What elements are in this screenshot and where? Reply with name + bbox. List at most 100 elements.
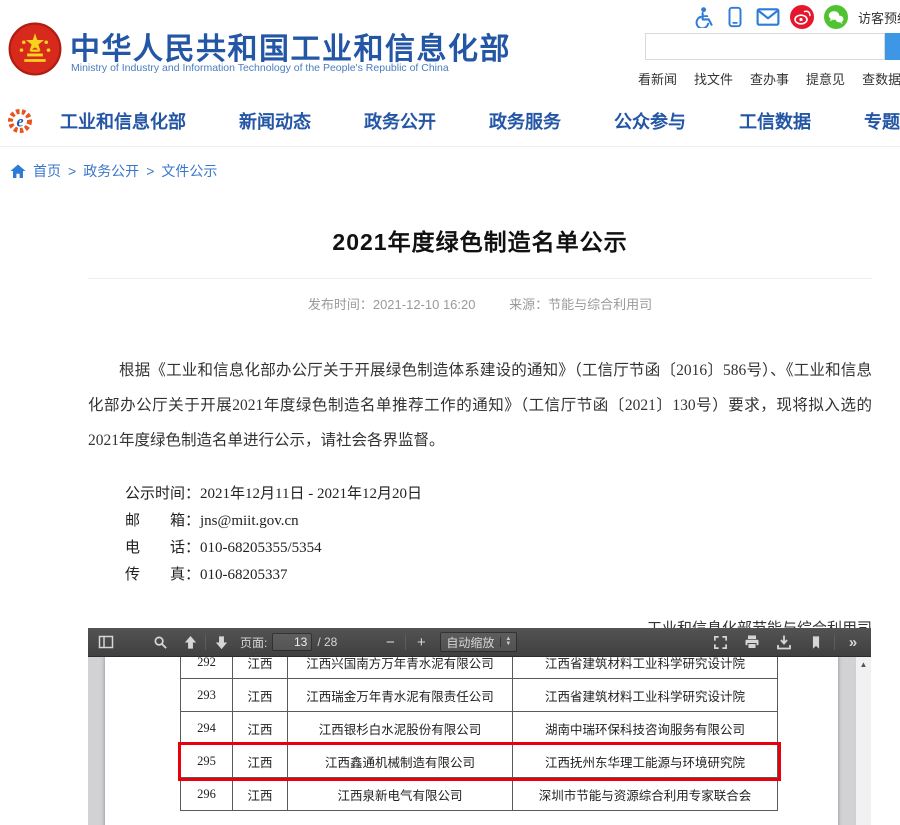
contact-fax: 传 真：010-68205337 (125, 562, 872, 589)
table-cell-no: 293 (181, 679, 233, 712)
site-subtitle-en: Ministry of Industry and Information Tec… (71, 62, 449, 74)
table-cell-agency: 江西省建筑材料工业科学研究设计院 (513, 679, 778, 712)
table-cell-company: 江西鑫通机械制造有限公司 (288, 745, 513, 778)
breadcrumb-doc-publicity[interactable]: 文件公示 (161, 161, 217, 181)
search-document-icon[interactable] (149, 631, 171, 653)
home-icon[interactable] (10, 164, 26, 179)
table-cell-province: 江西 (233, 657, 288, 679)
nav-item-gov-open[interactable]: 政务公开 (364, 108, 436, 134)
breadcrumb-home[interactable]: 首页 (33, 161, 61, 181)
table-cell-province: 江西 (233, 745, 288, 778)
table-cell-agency: 江西抚州东华理工能源与环境研究院 (513, 745, 778, 778)
table-cell-company: 江西银杉白水泥股份有限公司 (288, 712, 513, 745)
toolbar-separator (405, 634, 406, 650)
breadcrumb-separator: > (68, 163, 76, 179)
table-row: 296江西江西泉新电气有限公司深圳市节能与资源综合利用专家联合会 (181, 778, 778, 811)
quick-link-news[interactable]: 看新闻 (638, 69, 677, 88)
print-icon[interactable] (741, 631, 763, 653)
accessibility-icon[interactable] (692, 6, 714, 28)
site-header: 中华人民共和国工业和信息化部 Ministry of Industry and … (0, 0, 900, 95)
download-icon[interactable] (773, 631, 795, 653)
pdf-page: 292江西江西兴国南方万年青水泥有限公司江西省建筑材料工业科学研究设计院293江… (105, 657, 838, 825)
contact-block: 公示时间：2021年12月11日 - 2021年12月20日 邮 箱：jns@m… (125, 481, 872, 589)
breadcrumb: 首页 > 政务公开 > 文件公示 (0, 150, 900, 192)
breadcrumb-gov-open[interactable]: 政务公开 (83, 161, 139, 181)
weibo-icon[interactable] (790, 5, 814, 29)
wechat-icon[interactable] (824, 5, 848, 29)
table-cell-agency: 湖南中瑞环保科技咨询服务有限公司 (513, 712, 778, 745)
zoom-controls: − + (379, 631, 432, 653)
table-cell-company: 江西泉新电气有限公司 (288, 778, 513, 811)
bookmark-icon[interactable] (805, 631, 827, 653)
contact-email: 邮 箱：jns@miit.gov.cn (125, 508, 872, 535)
gear-e-logo-icon: e (6, 107, 34, 135)
mail-icon[interactable] (756, 6, 780, 28)
article-meta: 发布时间：2021-12-10 16:20 来源：节能与综合利用司 (88, 294, 872, 313)
breadcrumb-separator: > (146, 163, 154, 179)
table-cell-no: 294 (181, 712, 233, 745)
table-cell-agency: 江西省建筑材料工业科学研究设计院 (513, 657, 778, 679)
title-divider (88, 278, 872, 279)
table-cell-province: 江西 (233, 679, 288, 712)
header-utility-icons: 访客预约 (692, 5, 900, 29)
pdf-table-body: 292江西江西兴国南方万年青水泥有限公司江西省建筑材料工业科学研究设计院293江… (181, 657, 778, 811)
presentation-mode-icon[interactable] (709, 631, 731, 653)
toolbar-separator (205, 634, 206, 650)
previous-page-icon[interactable] (179, 631, 201, 653)
page-label: 页面: (240, 634, 267, 651)
svg-text:e: e (16, 114, 23, 131)
table-row: 295江西江西鑫通机械制造有限公司江西抚州东华理工能源与环境研究院 (181, 745, 778, 778)
table-row: 294江西江西银杉白水泥股份有限公司湖南中瑞环保科技咨询服务有限公司 (181, 712, 778, 745)
main-navbar: e 工业和信息化部 新闻动态 政务公开 政务服务 公众参与 工信数据 专题 (0, 95, 900, 147)
mobile-icon[interactable] (724, 6, 746, 28)
table-row: 292江西江西兴国南方万年青水泥有限公司江西省建筑材料工业科学研究设计院 (181, 657, 778, 679)
select-caret-icon: ▲▼ (500, 637, 511, 647)
zoom-out-icon[interactable]: − (379, 631, 401, 653)
article: 2021年度绿色制造名单公示 发布时间：2021-12-10 16:20 来源：… (88, 192, 872, 669)
nav-item-miit[interactable]: 工业和信息化部 (60, 108, 186, 134)
table-cell-no: 295 (181, 745, 233, 778)
pdf-content-area: 292江西江西兴国南方万年青水泥有限公司江西省建筑材料工业科学研究设计院293江… (88, 657, 871, 825)
nav-item-news[interactable]: 新闻动态 (239, 108, 311, 134)
green-manufacturing-table: 292江西江西兴国南方万年青水泥有限公司江西省建筑材料工业科学研究设计院293江… (180, 657, 778, 811)
quick-link-feedback[interactable]: 提意见 (806, 69, 845, 88)
quick-link-data[interactable]: 查数据 (862, 69, 900, 88)
zoom-mode-value: 自动缩放 (446, 634, 494, 651)
quick-link-services[interactable]: 查办事 (750, 69, 789, 88)
publish-time: 发布时间：2021-12-10 16:20 (308, 297, 476, 312)
nav-item-data[interactable]: 工信数据 (739, 108, 811, 134)
publicity-period: 公示时间：2021年12月11日 - 2021年12月20日 (125, 481, 872, 508)
table-row: 293江西江西瑞金万年青水泥有限责任公司江西省建筑材料工业科学研究设计院 (181, 679, 778, 712)
more-tools-icon[interactable]: » (842, 631, 864, 653)
table-cell-company: 江西瑞金万年青水泥有限责任公司 (288, 679, 513, 712)
contact-phone: 电 话：010-68205355/5354 (125, 535, 872, 562)
zoom-in-icon[interactable]: + (410, 631, 432, 653)
header-quick-links: 看新闻 找文件 查办事 提意见 查数据 (638, 69, 900, 88)
toolbar-separator (834, 634, 835, 650)
nav-item-special[interactable]: 专题 (864, 108, 900, 134)
nav-item-gov-service[interactable]: 政务服务 (489, 108, 561, 134)
header-search-bar (645, 33, 900, 60)
table-cell-province: 江西 (233, 778, 288, 811)
toolbar-right-group: » (709, 631, 864, 653)
pdf-scrollbar[interactable]: ▲ (855, 657, 871, 825)
nav-items: 工业和信息化部 新闻动态 政务公开 政务服务 公众参与 工信数据 专题 (60, 95, 900, 147)
search-input[interactable] (645, 33, 885, 60)
quick-link-files[interactable]: 找文件 (694, 69, 733, 88)
next-page-icon[interactable] (210, 631, 232, 653)
article-paragraph: 根据《工业和信息化部办公厅关于开展绿色制造体系建设的通知》（工信厅节函〔2016… (88, 353, 872, 458)
nav-item-public[interactable]: 公众参与 (614, 108, 686, 134)
article-source: 来源：节能与综合利用司 (509, 297, 652, 312)
search-button[interactable] (885, 33, 900, 60)
sidebar-toggle-icon[interactable] (95, 631, 117, 653)
pdf-viewer: 页面: / 28 − + 自动缩放 ▲▼ (88, 628, 871, 825)
table-cell-no: 292 (181, 657, 233, 679)
table-cell-province: 江西 (233, 712, 288, 745)
scroll-up-arrow-icon[interactable]: ▲ (856, 660, 871, 669)
table-cell-no: 296 (181, 778, 233, 811)
zoom-mode-select[interactable]: 自动缩放 ▲▼ (440, 632, 517, 652)
visitor-appointment-link[interactable]: 访客预约 (858, 8, 900, 27)
pdf-toolbar: 页面: / 28 − + 自动缩放 ▲▼ (88, 628, 871, 657)
page-total: / 28 (317, 635, 337, 649)
page-number-input[interactable] (272, 633, 312, 651)
